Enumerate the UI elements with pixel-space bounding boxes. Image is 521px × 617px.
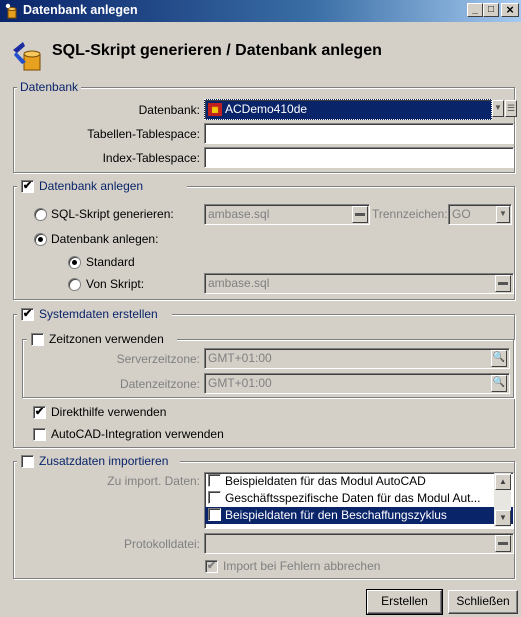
table-tablespace-input[interactable] <box>204 123 514 144</box>
database-wizard-icon <box>13 42 41 71</box>
server-tz-label: Serverzeitzone: <box>116 352 200 366</box>
close-dialog-button[interactable]: Schließen <box>448 590 518 614</box>
list-item-checkbox[interactable] <box>208 508 221 522</box>
list-item[interactable]: Geschäftsspezifische Daten für das Modul… <box>205 490 513 507</box>
database-select[interactable]: ▦ ACDemo410de <box>204 99 492 120</box>
timezone-checkbox[interactable] <box>31 333 44 346</box>
direct-help-checkbox[interactable]: ✔ <box>33 406 46 419</box>
database-label: Datenbank: <box>138 103 200 117</box>
db-tz-search-icon[interactable]: 🔍 <box>491 375 507 392</box>
create-db-radio[interactable] <box>34 233 47 246</box>
db-tz-input[interactable]: GMT+01:00 <box>204 373 510 394</box>
maximize-button[interactable]: □ <box>483 3 499 17</box>
log-file-label: Protokolldatei: <box>123 537 200 551</box>
folder-icon[interactable]: ▬ <box>352 206 368 223</box>
db-tz-label: Datenzeitzone: <box>119 377 200 391</box>
index-tablespace-label: Index-Tablespace: <box>102 151 200 165</box>
from-script-radio[interactable] <box>68 278 81 291</box>
abort-on-error-checkbox[interactable]: ✔ <box>205 560 218 573</box>
direct-help-label: Direkthilfe verwenden <box>51 405 167 419</box>
create-db-label: Datenbank anlegen <box>39 179 144 193</box>
autocad-label: AutoCAD-Integration verwenden <box>51 427 224 441</box>
log-folder-icon[interactable]: ▬ <box>495 535 511 552</box>
create-db-radio-label: Datenbank anlegen: <box>51 232 159 246</box>
create-button[interactable]: Erstellen <box>366 589 443 615</box>
system-data-checkbox[interactable]: ✔ <box>21 308 34 321</box>
minimize-button[interactable]: _ <box>467 3 483 17</box>
sql-script-radio[interactable] <box>34 208 47 221</box>
from-script-label: Von Skript: <box>86 277 145 291</box>
system-data-label: Systemdaten erstellen <box>39 307 158 321</box>
standard-label: Standard <box>86 255 135 269</box>
autocad-checkbox[interactable] <box>33 428 46 441</box>
separator-label: Trennzeichen: <box>372 207 448 221</box>
import-label: Zusatzdaten importieren <box>39 454 169 468</box>
list-item-checkbox[interactable] <box>208 474 221 488</box>
close-button[interactable]: × <box>501 3 519 17</box>
create-db-checkbox[interactable]: ✔ <box>21 180 34 193</box>
window-title: Datenbank anlegen <box>23 3 138 17</box>
header-title: SQL-Skript generieren / Datenbank anlege… <box>52 42 382 59</box>
database-list-button[interactable]: ☰ <box>505 100 517 117</box>
standard-radio[interactable] <box>68 256 81 269</box>
sql-file-input[interactable]: ambase.sql <box>204 204 370 225</box>
table-tablespace-label: Tabellen-Tablespace: <box>87 127 200 141</box>
list-item-checkbox[interactable] <box>208 491 221 505</box>
separator-chevron-down-icon[interactable]: ▼ <box>496 206 510 223</box>
script-file-input[interactable]: ambase.sql <box>204 273 514 294</box>
list-item[interactable]: Beispieldaten für das Modul AutoCAD <box>205 473 513 490</box>
chevron-down-icon[interactable]: ▼ <box>492 100 504 117</box>
script-folder-icon[interactable]: ▬ <box>495 275 511 292</box>
scroll-down-icon[interactable]: ▼ <box>495 510 511 526</box>
server-tz-input[interactable]: GMT+01:00 <box>204 348 510 369</box>
database-icon: ▦ <box>208 103 222 116</box>
import-checkbox[interactable] <box>21 455 34 468</box>
import-data-label: Zu import. Daten: <box>107 474 200 488</box>
sql-script-label: SQL-Skript generieren: <box>51 207 174 221</box>
log-file-input[interactable] <box>204 533 514 554</box>
datenbank-group-title: Datenbank <box>17 80 82 94</box>
scroll-up-icon[interactable]: ▲ <box>495 474 511 490</box>
list-item[interactable]: Beispieldaten für den Beschaffungszyklus <box>205 507 513 524</box>
import-data-list[interactable]: Beispieldaten für das Modul AutoCAD Gesc… <box>204 472 514 529</box>
timezone-label: Zeitzonen verwenden <box>49 332 164 346</box>
abort-on-error-label: Import bei Fehlern abbrechen <box>223 559 381 573</box>
database-app-icon <box>5 3 17 19</box>
server-tz-search-icon[interactable]: 🔍 <box>491 350 507 367</box>
index-tablespace-input[interactable] <box>204 147 514 168</box>
